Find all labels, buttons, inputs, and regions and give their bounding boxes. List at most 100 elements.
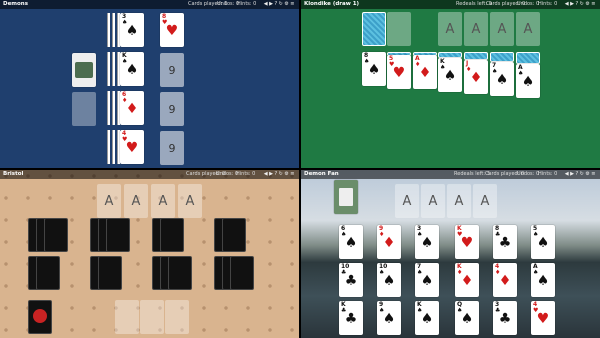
menu-icon[interactable]: ≡	[591, 171, 597, 177]
playing-card[interactable]: 6 ♦ ♦	[120, 91, 144, 125]
menu-icon[interactable]: ≡	[591, 1, 597, 7]
foundation-slot[interactable]: A	[124, 184, 148, 218]
foundation-slot[interactable]: A	[516, 12, 540, 46]
stock-image	[339, 188, 353, 206]
playing-card[interactable]: 10 ♣ ♣	[339, 263, 363, 297]
playing-card[interactable]: A ♦ ♦	[413, 55, 437, 89]
tableau-card[interactable]	[106, 218, 130, 252]
card-pip: ♦	[382, 235, 396, 251]
playing-card[interactable]: 4 ♦ ♦	[493, 263, 517, 297]
klondike-panel: Klondike (draw 1) Redeals left: 0 Cards …	[301, 0, 600, 168]
undos: Undos: 0	[517, 171, 540, 177]
tableau-card[interactable]	[222, 218, 246, 252]
foundation-slot[interactable]: A	[490, 12, 514, 46]
undos: Undos: 0	[217, 1, 240, 7]
foundation-slot[interactable]: A	[438, 12, 462, 46]
menu-icon[interactable]: ≡	[290, 1, 296, 7]
facedown-card	[516, 52, 540, 64]
playing-card[interactable]: A ♠ ♠	[516, 64, 540, 98]
playing-card[interactable]: 3 ♣ ♣	[493, 301, 517, 335]
playing-card[interactable]: 6 ♠ ♠	[339, 225, 363, 259]
playing-card[interactable]: Q ♠ ♠	[455, 301, 479, 335]
stock-pile[interactable]	[72, 53, 96, 87]
playing-card[interactable]: 3 ♠ ♠	[120, 13, 144, 47]
playing-card[interactable]: K ♠ ♠	[438, 58, 462, 92]
hints: Hints: 0	[236, 171, 256, 177]
demons-panel: Demons Cards played: 1 Undos: 0 Hints: 0…	[0, 0, 299, 168]
foundation-slot[interactable]: A	[473, 184, 497, 218]
playing-card[interactable]: 4 ♥ ♥	[531, 301, 555, 335]
card-pip: ♦	[418, 65, 432, 81]
playing-card[interactable]: K ♣ ♣	[339, 301, 363, 335]
stack-edge	[112, 130, 115, 164]
playing-card[interactable]: 8 ♥ ♥	[160, 13, 184, 47]
card-pip: ♦	[460, 273, 474, 289]
card-pip: ♣	[344, 311, 358, 327]
toolbar-icons[interactable]: ◀▶?↻⚙≡	[264, 0, 296, 9]
reserve-slot[interactable]	[115, 300, 139, 334]
foundation-count[interactable]: 9	[160, 53, 184, 87]
game-title: Demon Fan	[304, 171, 339, 177]
stock-pile[interactable]	[362, 12, 386, 46]
playing-card[interactable]: 9 ♦ ♦	[377, 225, 401, 259]
foundation-slot[interactable]: A	[447, 184, 471, 218]
card-pip: ♠	[420, 235, 434, 251]
game-title: Bristol	[3, 171, 24, 177]
playing-card[interactable]: 7 ♠ ♠	[490, 62, 514, 96]
toolbar-icons[interactable]: ◀▶?↻⚙≡	[565, 170, 597, 179]
playing-card[interactable]: K ♠ ♠	[120, 52, 144, 86]
playing-card[interactable]: 8 ♠ ♠	[362, 52, 386, 86]
card-pip: ♠	[420, 273, 434, 289]
foundation-slot[interactable]: A	[97, 184, 121, 218]
foundation-slot[interactable]: A	[395, 184, 419, 218]
tableau-card[interactable]	[168, 256, 192, 290]
facedown-card	[490, 52, 514, 62]
card-pip: ♥	[392, 65, 406, 81]
bristol-panel: Bristol Cards played: 0 Undos: 0 Hints: …	[0, 170, 299, 338]
tableau-card[interactable]	[44, 218, 68, 252]
playing-card[interactable]: 4 ♥ ♥	[120, 130, 144, 164]
waste-slot[interactable]	[387, 12, 411, 46]
hints: Hints: 0	[538, 171, 558, 177]
waste-slot[interactable]	[72, 92, 96, 126]
playing-card[interactable]: 10 ♠ ♠	[377, 263, 401, 297]
facedown-card	[464, 52, 488, 60]
demon-fan-panel: Demon Fan Redeals left: 3 Cards played: …	[301, 170, 600, 338]
card-pip: ♠	[367, 62, 381, 78]
playing-card[interactable]: 7 ♠ ♠	[415, 263, 439, 297]
foundation-slot[interactable]: A	[464, 12, 488, 46]
playing-card[interactable]: 3 ♠ ♠	[415, 225, 439, 259]
stack-edge	[112, 91, 115, 125]
foundation-slot[interactable]: A	[151, 184, 175, 218]
card-pip: ♥	[165, 23, 179, 39]
foundation-count[interactable]: 9	[160, 92, 184, 126]
tableau-card[interactable]	[98, 256, 122, 290]
tableau-card[interactable]	[36, 256, 60, 290]
playing-card[interactable]: K ♥ ♥	[455, 225, 479, 259]
reserve-slot[interactable]	[165, 300, 189, 334]
toolbar-icons[interactable]: ◀▶?↻⚙≡	[264, 170, 296, 179]
playing-card[interactable]: K ♠ ♠	[415, 301, 439, 335]
card-pip: ♣	[344, 273, 358, 289]
foundation-slot[interactable]: A	[178, 184, 202, 218]
tableau-card[interactable]	[160, 218, 184, 252]
reserve-slot[interactable]	[140, 300, 164, 334]
playing-card[interactable]: 8 ♣ ♣	[493, 225, 517, 259]
playing-card[interactable]: 5 ♥ ♥	[387, 55, 411, 89]
playing-card[interactable]: 9 ♠ ♠	[377, 301, 401, 335]
stack-edge	[112, 52, 115, 86]
card-pip: ♦	[125, 101, 139, 117]
menu-icon[interactable]: ≡	[290, 171, 296, 177]
stock-pile[interactable]	[28, 300, 52, 334]
toolbar-icons[interactable]: ◀▶?↻⚙≡	[565, 0, 597, 9]
playing-card[interactable]: J ♦ ♦	[464, 60, 488, 94]
foundation-count[interactable]: 9	[160, 131, 184, 165]
foundation-slot[interactable]: A	[421, 184, 445, 218]
stock-pile[interactable]	[334, 180, 358, 214]
stock-image	[75, 62, 93, 78]
card-pip: ♠	[536, 235, 550, 251]
playing-card[interactable]: K ♦ ♦	[455, 263, 479, 297]
tableau-card[interactable]	[230, 256, 254, 290]
playing-card[interactable]: 5 ♠ ♠	[531, 225, 555, 259]
playing-card[interactable]: A ♠ ♠	[531, 263, 555, 297]
